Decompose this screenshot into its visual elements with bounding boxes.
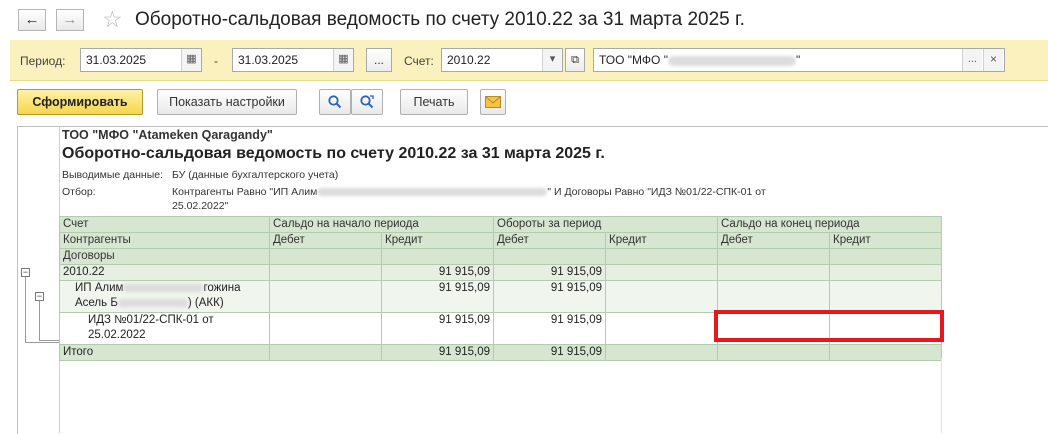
turnover-debit-cell: 91 915,09 <box>493 312 606 345</box>
search-next-button[interactable] <box>351 89 383 115</box>
back-button[interactable]: ← <box>18 9 46 31</box>
calendar-icon[interactable]: ▦ <box>333 49 353 71</box>
filter-value-cont: 25.02.2022" <box>172 200 229 212</box>
search-button[interactable] <box>319 89 351 115</box>
redacted-text <box>667 55 796 66</box>
header-opening-balance: Сальдо на начало периода <box>269 216 494 233</box>
account-cell: 2010.22 <box>59 264 270 281</box>
report-empty-space <box>59 358 942 433</box>
header-credit: Кредит <box>605 232 718 249</box>
highlight-box <box>714 310 944 342</box>
table-row-account[interactable]: 2010.22 91 915,09 91 915,09 <box>59 264 942 281</box>
show-settings-button[interactable]: Показать настройки <box>157 89 297 115</box>
open-icon[interactable]: ⧉ <box>565 48 585 72</box>
filter-label: Отбор: <box>62 186 96 198</box>
filter-value: Контрагенты Равно "ИП Алим " И Договоры Р… <box>172 186 766 198</box>
chevron-down-icon[interactable]: ▾ <box>542 49 562 71</box>
period-dash: - <box>214 54 218 68</box>
header-credit: Кредит <box>829 232 942 249</box>
tree-line <box>25 277 26 343</box>
contractor-cell: ИП Алим гожина Асель Б) (АКК) <box>59 280 270 313</box>
search-icon <box>328 95 342 109</box>
arrow-right-icon: → <box>62 11 78 28</box>
report-heading: Оборотно-сальдовая ведомость по счету 20… <box>62 145 605 162</box>
tree-line <box>25 342 59 343</box>
header-closing-balance: Сальдо на конец периода <box>717 216 942 233</box>
tree-line <box>39 301 40 341</box>
header-debit: Дебет <box>269 232 382 249</box>
send-email-button[interactable] <box>480 89 506 115</box>
forward-button[interactable]: → <box>56 9 84 31</box>
collapse-account-icon[interactable]: − <box>21 268 30 277</box>
envelope-icon <box>485 96 501 108</box>
collapse-contractor-icon[interactable]: − <box>35 292 44 301</box>
period-label: Период: <box>20 54 66 68</box>
print-button[interactable]: Печать <box>400 89 468 115</box>
header-debit: Дебет <box>717 232 830 249</box>
account-label: Счет: <box>404 54 434 68</box>
star-icon[interactable]: ☆ <box>102 6 123 33</box>
output-data-value: БУ (данные бухгалтерского учета) <box>172 169 339 181</box>
period-select-button[interactable]: ... <box>366 48 392 72</box>
generate-button[interactable]: Сформировать <box>17 89 143 115</box>
opening-credit-cell: 91 915,09 <box>381 312 494 345</box>
output-data-label: Выводимые данные: <box>62 169 164 181</box>
organization-field[interactable]: ТОО "МФО " " <box>593 48 1005 72</box>
clear-icon[interactable]: × <box>983 49 1003 71</box>
redacted-text <box>117 298 188 307</box>
header-debit: Дебет <box>493 232 606 249</box>
opening-credit-cell: 91 915,09 <box>381 280 494 313</box>
report-organization: ТОО "МФО "Atameken Qaragandy" <box>62 128 273 142</box>
header-credit: Кредит <box>381 232 494 249</box>
header-turnover: Обороты за период <box>493 216 718 233</box>
table-row-contractor[interactable]: ИП Алим гожина Асель Б) (АКК) 91 915,09 9… <box>59 280 942 313</box>
contract-cell: ИДЗ №01/22-СПК-01 от 25.02.2022 <box>59 312 270 345</box>
redacted-text <box>123 283 204 292</box>
header-contractors: Контрагенты <box>59 232 270 249</box>
organization-select-button[interactable]: ... <box>962 49 982 71</box>
turnover-debit-cell: 91 915,09 <box>493 280 606 313</box>
redacted-text <box>317 188 548 197</box>
search-next-icon <box>360 95 374 109</box>
arrow-left-icon: ← <box>24 11 40 28</box>
header-contracts: Договоры <box>59 248 270 265</box>
turnover-debit-cell: 91 915,09 <box>493 264 606 281</box>
tree-line <box>39 340 59 341</box>
header-account: Счет <box>59 216 270 233</box>
opening-credit-cell: 91 915,09 <box>381 264 494 281</box>
calendar-icon[interactable]: ▦ <box>181 49 201 71</box>
window-title: Оборотно-сальдовая ведомость по счету 20… <box>135 9 745 30</box>
